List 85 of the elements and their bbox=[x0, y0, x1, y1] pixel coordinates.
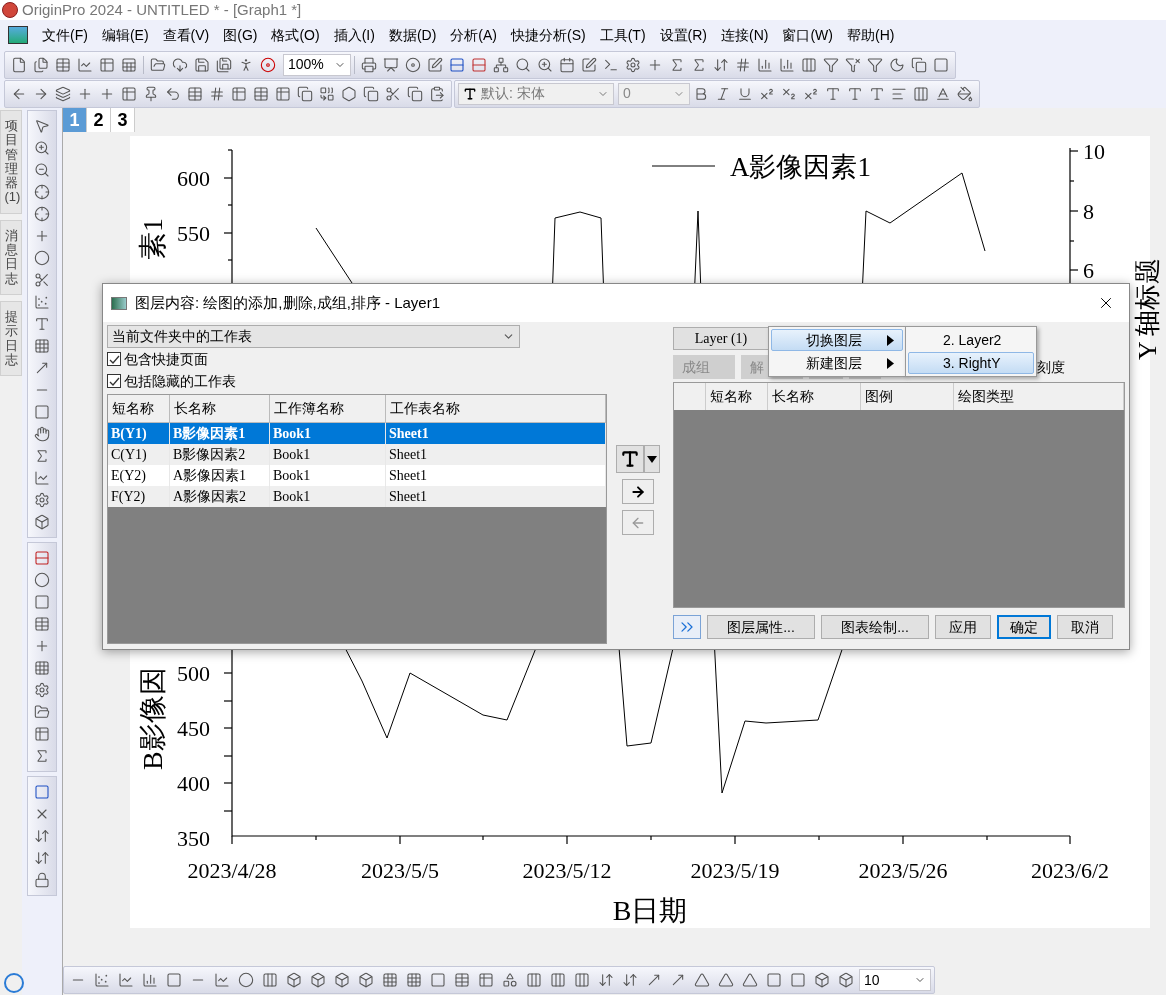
table-row[interactable]: C(Y1) B影像因素2 Book1 Sheet1 bbox=[108, 444, 606, 465]
checkbox-label: 包含快捷页面 bbox=[124, 349, 208, 369]
expand-button[interactable] bbox=[673, 615, 701, 639]
submenu-arrow-icon bbox=[887, 334, 894, 346]
app-logo-icon[interactable] bbox=[8, 26, 28, 44]
menu-item[interactable]: 工具(T) bbox=[599, 24, 646, 46]
dialog-button[interactable]: 图层属性... bbox=[707, 615, 815, 639]
font-field[interactable]: 默认: 宋体 bbox=[458, 82, 614, 105]
menu-item[interactable]: 文件(F) bbox=[42, 24, 88, 46]
table-cell: Book1 bbox=[270, 486, 386, 507]
zoom-field[interactable]: 100% bbox=[283, 53, 351, 76]
layer-button[interactable]: Layer (1) bbox=[673, 327, 769, 350]
y-axis-title: B影像因 bbox=[137, 667, 168, 770]
side-panel-tab[interactable]: 项目管理器 (1) bbox=[0, 110, 22, 214]
table-row[interactable]: E(Y2) A影像因素1 Book1 Sheet1 bbox=[108, 465, 606, 486]
menu-item[interactable]: 3. RightY bbox=[908, 352, 1034, 374]
right-tick-label: 8 bbox=[1083, 199, 1094, 224]
menu-item[interactable]: 窗口(W) bbox=[782, 24, 833, 46]
column-header[interactable]: 绘图类型 bbox=[954, 383, 1124, 410]
column-header[interactable]: 图例 bbox=[861, 383, 954, 410]
font-icon bbox=[463, 86, 477, 101]
submenu-arrow-icon bbox=[887, 357, 894, 369]
page-tab[interactable]: 3 bbox=[111, 108, 135, 132]
menu-item[interactable]: 格式(O) bbox=[271, 24, 320, 46]
right-tick-label: 6 bbox=[1083, 258, 1094, 283]
x-tick-label: 2023/4/28 bbox=[187, 858, 277, 883]
menu-item[interactable]: 插入(I) bbox=[333, 24, 375, 46]
x-tick-label: 2023/5/26 bbox=[858, 858, 948, 883]
checkbox[interactable] bbox=[107, 374, 121, 388]
table-row[interactable]: B(Y1) B影像因素1 Book1 Sheet1 bbox=[108, 423, 606, 444]
checkbox-label: 包括隐藏的工作表 bbox=[124, 371, 236, 391]
table-cell: Sheet1 bbox=[386, 486, 606, 507]
scale-label: 刻度 bbox=[1036, 357, 1065, 377]
dialog-button[interactable]: 确定 bbox=[997, 615, 1051, 639]
y-tick-label: 400 bbox=[177, 771, 210, 796]
menu-item[interactable]: 查看(V) bbox=[162, 24, 210, 46]
legend-label: A影像因素1 bbox=[730, 152, 871, 182]
menu-item[interactable]: 快捷分析(S) bbox=[511, 24, 586, 46]
y-axis-title: 素1 bbox=[137, 218, 168, 260]
dialog-title: 图层内容: 绘图的添加,删除,成组,排序 - Layer1 bbox=[135, 292, 442, 313]
font-button[interactable] bbox=[616, 445, 644, 473]
x-tick-label: 2023/5/19 bbox=[690, 858, 780, 883]
menu-item[interactable]: 2. Layer2 bbox=[908, 329, 1034, 351]
side-panel-tab[interactable]: 提示日志 bbox=[0, 300, 22, 377]
y-tick-label: 450 bbox=[177, 716, 210, 741]
menu-item[interactable]: 新建图层 bbox=[771, 352, 903, 374]
right-axis-title: Y 轴标题 bbox=[1133, 257, 1162, 360]
menu-item[interactable]: 连接(N) bbox=[721, 24, 769, 46]
dropdown-button[interactable] bbox=[644, 445, 660, 473]
dialog-button[interactable]: 应用 bbox=[935, 615, 991, 639]
x-axis-title: B日期 bbox=[612, 895, 688, 926]
menu-item[interactable]: 分析(A) bbox=[450, 24, 497, 46]
menu-item[interactable]: 切换图层 bbox=[771, 329, 903, 351]
y-tick-label: 600 bbox=[177, 166, 210, 191]
side-panel-tab[interactable]: 消息日志 bbox=[0, 219, 22, 295]
page-tab[interactable]: 2 bbox=[87, 108, 111, 132]
y-tick-label: 550 bbox=[177, 221, 210, 246]
window-icon bbox=[111, 296, 127, 310]
dialog-button[interactable]: 取消 bbox=[1057, 615, 1113, 639]
y-tick-label: 350 bbox=[177, 826, 210, 851]
status-icon[interactable] bbox=[4, 973, 24, 993]
x-tick-label: 2023/6/2 bbox=[1030, 858, 1110, 883]
menu-item[interactable]: 帮助(H) bbox=[847, 24, 895, 46]
legend-line bbox=[651, 165, 716, 167]
size-field[interactable]: 10 bbox=[859, 969, 931, 991]
dialog-button[interactable]: 图表绘制... bbox=[821, 615, 929, 639]
x-tick-label: 2023/5/12 bbox=[522, 858, 612, 883]
column-header[interactable]: 短名称 bbox=[706, 383, 768, 410]
menu-item[interactable]: 图(G) bbox=[223, 24, 258, 46]
caret-icon bbox=[647, 455, 657, 463]
menu-item[interactable]: 数据(D) bbox=[388, 24, 437, 46]
window-title: OriginPro 2024 - UNTITLED * - [Graph1 *] bbox=[22, 0, 302, 20]
y-tick-label: 500 bbox=[177, 661, 210, 686]
checkbox[interactable] bbox=[107, 352, 121, 366]
app-icon bbox=[2, 2, 18, 18]
menu-item[interactable]: 编辑(E) bbox=[101, 24, 149, 46]
table-row[interactable]: F(Y2) A影像因素2 Book1 Sheet1 bbox=[108, 486, 606, 507]
table-cell: F(Y2) bbox=[108, 486, 170, 507]
table-cell: A影像因素2 bbox=[170, 486, 270, 507]
menu-item[interactable]: 设置(R) bbox=[659, 24, 707, 46]
add-plot-button[interactable] bbox=[622, 479, 654, 504]
column-header[interactable]: 长名称 bbox=[768, 383, 861, 410]
x-tick-label: 2023/5/5 bbox=[360, 858, 440, 883]
right-tick-label: 10 bbox=[1083, 139, 1105, 164]
source-dropdown[interactable]: 当前文件夹中的工作表 bbox=[107, 325, 520, 348]
